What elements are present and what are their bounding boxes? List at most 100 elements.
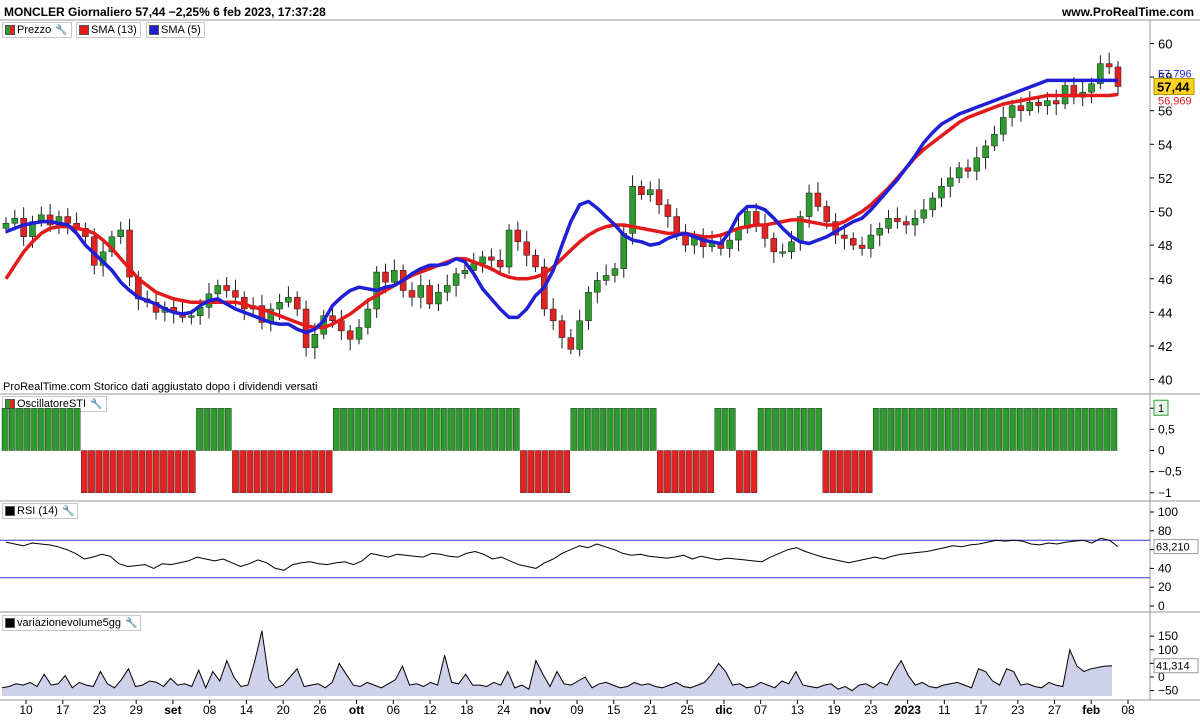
osc-bar bbox=[606, 408, 614, 451]
last-price-value: 57,44 bbox=[1157, 79, 1190, 94]
osc-bar bbox=[988, 408, 995, 451]
osc-bar bbox=[851, 450, 858, 493]
vol-last-value: 41,314 bbox=[1156, 661, 1190, 673]
osc-bar bbox=[1009, 408, 1017, 451]
candle-body bbox=[382, 271, 389, 283]
osc-bar bbox=[59, 408, 66, 451]
osc-bar bbox=[217, 408, 225, 451]
osc-bar bbox=[1096, 408, 1103, 451]
sma13-line bbox=[4, 92, 1119, 330]
candle-body bbox=[391, 270, 398, 283]
osc-bar bbox=[1045, 408, 1053, 451]
osc-bar bbox=[304, 450, 311, 493]
osc-bar bbox=[520, 450, 527, 493]
osc-bar bbox=[167, 450, 175, 493]
candle-body bbox=[514, 229, 522, 243]
candle-body bbox=[1044, 100, 1051, 106]
osc-bar bbox=[505, 408, 513, 451]
volume-area bbox=[2, 630, 1112, 696]
candle-body bbox=[329, 315, 336, 322]
osc-bar bbox=[138, 450, 146, 493]
osc-bar bbox=[959, 408, 966, 451]
candle-body bbox=[496, 260, 504, 268]
x-tick-label: 24 bbox=[497, 703, 511, 717]
osc-bar bbox=[772, 408, 779, 451]
osc-bar bbox=[534, 450, 542, 493]
rsi-tick-label: 100 bbox=[1158, 505, 1178, 519]
osc-bar bbox=[549, 450, 556, 493]
candle-body bbox=[841, 234, 848, 239]
osc-bar bbox=[894, 408, 902, 451]
osc-bar bbox=[224, 408, 232, 451]
price-tick-label: 54 bbox=[1158, 137, 1172, 152]
osc-bar bbox=[232, 450, 239, 493]
osc-bar bbox=[880, 408, 887, 451]
osc-bar bbox=[657, 450, 664, 493]
osc-bar bbox=[779, 408, 786, 451]
price-tick-label: 52 bbox=[1158, 171, 1172, 186]
osc-bar bbox=[491, 408, 499, 451]
x-tick-label: 10 bbox=[19, 703, 33, 717]
x-tick-label: feb bbox=[1082, 703, 1100, 717]
candle-body bbox=[779, 251, 786, 254]
osc-bar bbox=[1017, 408, 1024, 451]
osc-bar bbox=[916, 408, 923, 451]
candle-body bbox=[549, 308, 557, 322]
candle-body bbox=[770, 238, 778, 253]
osc-tick-label: −1 bbox=[1158, 486, 1172, 500]
osc-bar bbox=[181, 450, 189, 493]
osc-bar bbox=[16, 408, 23, 451]
candle-body bbox=[902, 221, 910, 226]
candle-body bbox=[973, 157, 981, 172]
x-tick-label: 09 bbox=[570, 703, 584, 717]
osc-bar bbox=[945, 408, 952, 451]
osc-bar bbox=[369, 408, 376, 451]
osc-bar bbox=[275, 450, 283, 493]
candle-body bbox=[911, 217, 919, 226]
candle-body bbox=[311, 333, 319, 348]
osc-bar bbox=[289, 450, 297, 493]
osc-bar bbox=[793, 408, 801, 451]
osc-bar bbox=[419, 408, 427, 451]
candle-body bbox=[1105, 63, 1113, 68]
candle-body bbox=[355, 327, 363, 340]
osc-bar bbox=[901, 408, 909, 451]
osc-bar bbox=[1002, 408, 1010, 451]
osc-bar bbox=[743, 450, 750, 493]
osc-bar bbox=[664, 450, 671, 493]
osc-bar bbox=[685, 450, 693, 493]
osc-bar bbox=[815, 408, 822, 451]
candle-body bbox=[223, 285, 230, 291]
osc-bar bbox=[829, 450, 837, 493]
candle-body bbox=[435, 291, 442, 305]
candle-body bbox=[232, 290, 239, 298]
osc-bar bbox=[340, 408, 347, 451]
candle-body bbox=[814, 192, 822, 207]
osc-tick-label: 0 bbox=[1158, 444, 1165, 458]
osc-bar bbox=[253, 450, 261, 493]
candle-body bbox=[805, 192, 813, 217]
osc-bar bbox=[765, 408, 772, 451]
candle-body bbox=[594, 280, 601, 293]
osc-bar bbox=[268, 450, 275, 493]
osc-bar bbox=[786, 408, 794, 451]
osc-bar bbox=[873, 408, 880, 451]
osc-bar bbox=[671, 450, 678, 493]
candle-body bbox=[576, 320, 583, 350]
osc-bar bbox=[585, 408, 592, 451]
osc-bar bbox=[239, 450, 247, 493]
candle-body bbox=[1017, 105, 1025, 111]
rsi-tick-label: 40 bbox=[1158, 561, 1172, 575]
osc-last-value: 1 bbox=[1158, 403, 1164, 415]
osc-bar bbox=[1038, 408, 1046, 451]
candle-body bbox=[532, 254, 539, 268]
osc-bar bbox=[995, 408, 1002, 451]
x-tick-label: 14 bbox=[240, 703, 254, 717]
osc-bar bbox=[441, 408, 448, 451]
vol-tick-label: 100 bbox=[1158, 643, 1178, 657]
chart-area[interactable]: 605856545250484644424057,79657,4456,9690… bbox=[0, 0, 1200, 720]
osc-bar bbox=[1067, 408, 1074, 451]
osc-bar bbox=[1081, 408, 1089, 451]
candle-body bbox=[955, 167, 963, 179]
osc-bar bbox=[477, 408, 484, 451]
